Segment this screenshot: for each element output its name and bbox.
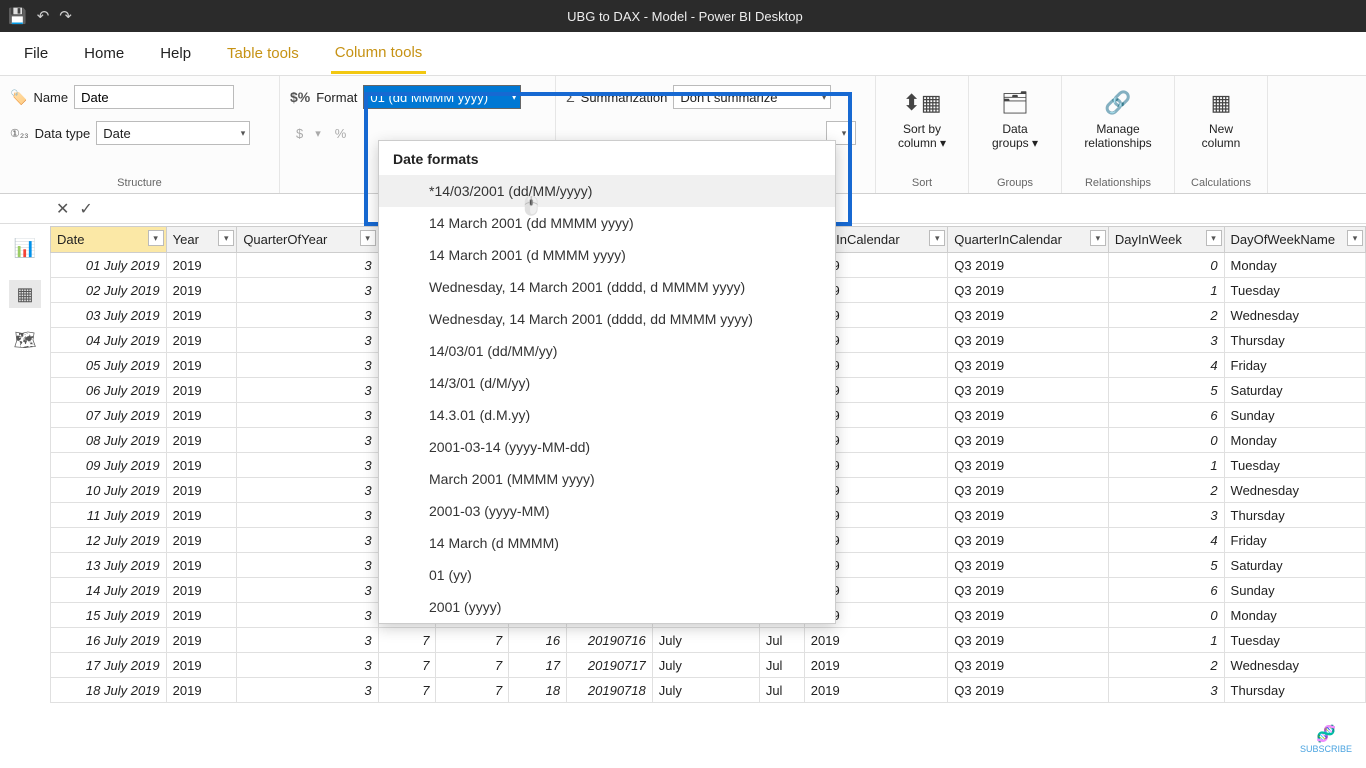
sort-icon: ⬍▦ (905, 86, 939, 120)
format-option[interactable]: 2001-03-14 (yyyy-MM-dd) (379, 431, 835, 463)
table-row[interactable]: 17 July 201920193771720190717JulyJul2019… (51, 653, 1366, 678)
format-icon: $% (290, 89, 310, 105)
currency-button[interactable]: $ (290, 126, 309, 141)
chevron-down-icon: ▾ (842, 128, 847, 139)
ribbon-group-relationships: 🔗 Managerelationships Relationships (1062, 76, 1175, 193)
col-year[interactable]: Year▾ (166, 227, 237, 253)
col-quarterofyear[interactable]: QuarterOfYear▾ (237, 227, 378, 253)
relationships-icon: 🔗 (1101, 86, 1135, 120)
filter-icon[interactable]: ▾ (1090, 230, 1106, 246)
datatype-value: Date (103, 126, 130, 141)
format-option[interactable]: Wednesday, 14 March 2001 (dddd, d MMMM y… (379, 271, 835, 303)
sort-caption: Sort (886, 175, 958, 191)
format-option[interactable]: March 2001 (MMMM yyyy) (379, 463, 835, 495)
format-option[interactable]: *14/03/2001 (dd/MM/yyyy) (379, 175, 835, 207)
tab-home[interactable]: Home (80, 35, 128, 72)
summarization-value: Don't summarize (680, 90, 777, 105)
name-label: Name (33, 90, 68, 105)
col-dayofweekname[interactable]: DayOfWeekName▾ (1224, 227, 1365, 253)
cancel-formula-icon[interactable]: ✕ (56, 199, 69, 219)
redo-icon[interactable]: ↷ (59, 7, 72, 25)
data-groups-icon: 🗂 (998, 86, 1032, 120)
ribbon-group-calculations: ▦ Newcolumn Calculations (1175, 76, 1268, 193)
datatype-dropdown[interactable]: Date ▾ (96, 121, 250, 145)
report-view-button[interactable]: 📊 (9, 234, 41, 262)
format-option[interactable]: 01 (yy) (379, 559, 835, 591)
summarization-dropdown[interactable]: Don't summarize ▾ (673, 85, 831, 109)
tab-file[interactable]: File (20, 35, 52, 72)
name-input[interactable] (74, 85, 234, 109)
ribbon-group-sort: ⬍▦ Sort bycolumn ▾ Sort (876, 76, 969, 193)
sort-by-column-button[interactable]: ⬍▦ Sort bycolumn ▾ (886, 82, 958, 150)
subscribe-label: SUBSCRIBE (1300, 744, 1352, 754)
dna-icon: 🧬 (1300, 724, 1352, 744)
tag-icon: 🏷️ (10, 89, 27, 106)
tab-column-tools[interactable]: Column tools (331, 34, 427, 74)
new-column-label: Newcolumn (1202, 122, 1241, 150)
save-icon[interactable]: 💾 (8, 7, 27, 25)
chevron-down-icon: ▾ (822, 92, 827, 103)
format-option[interactable]: Wednesday, 14 March 2001 (dddd, dd MMMM … (379, 303, 835, 335)
format-dropdown-popup: Date formats *14/03/2001 (dd/MM/yyyy)14 … (378, 140, 836, 624)
model-view-button[interactable]: 🗺 (9, 326, 41, 354)
new-column-icon: ▦ (1204, 86, 1238, 120)
format-option[interactable]: 14 March 2001 (dd MMMM yyyy) (379, 207, 835, 239)
menu-tabs: File Home Help Table tools Column tools (0, 32, 1366, 76)
filter-icon[interactable]: ▾ (1347, 230, 1363, 246)
format-dropdown[interactable]: 01 (dd MMMM yyyy) ▾ (363, 85, 521, 109)
window-title: UBG to DAX - Model - Power BI Desktop (72, 9, 1298, 24)
tab-table-tools[interactable]: Table tools (223, 35, 303, 72)
ribbon-group-groups: 🗂 Datagroups ▾ Groups (969, 76, 1062, 193)
subscribe-badge: 🧬 SUBSCRIBE (1300, 724, 1352, 754)
structure-caption: Structure (10, 175, 269, 191)
confirm-formula-icon[interactable]: ✓ (79, 199, 92, 219)
data-groups-button[interactable]: 🗂 Datagroups ▾ (979, 82, 1051, 150)
col-date[interactable]: Date▾ (51, 227, 167, 253)
percent-button[interactable]: % (327, 126, 355, 141)
title-bar: 💾 ↶ ↷ UBG to DAX - Model - Power BI Desk… (0, 0, 1366, 32)
format-option[interactable]: 14.3.01 (d.M.yy) (379, 399, 835, 431)
format-option[interactable]: 2001-03 (yyyy-MM) (379, 495, 835, 527)
calculations-caption: Calculations (1185, 175, 1257, 191)
col-quarterincalendar[interactable]: QuarterInCalendar▾ (948, 227, 1109, 253)
sort-by-column-label: Sort bycolumn ▾ (898, 122, 946, 150)
chevron-down-icon: ▾ (512, 92, 517, 103)
groups-caption: Groups (979, 175, 1051, 191)
manage-relationships-label: Managerelationships (1084, 122, 1151, 150)
sigma-icon: Σ (566, 89, 575, 105)
data-view-button[interactable]: ▦ (9, 280, 41, 308)
format-label: Format (316, 90, 357, 105)
table-row[interactable]: 16 July 201920193771620190716JulyJul2019… (51, 628, 1366, 653)
ribbon-group-structure: 🏷️ Name ①₂₃ Data type Date ▾ Structure (0, 76, 280, 193)
table-row[interactable]: 18 July 201920193771820190718JulyJul2019… (51, 678, 1366, 703)
manage-relationships-button[interactable]: 🔗 Managerelationships (1072, 82, 1164, 150)
view-switcher: 📊 ▦ 🗺 (0, 226, 50, 354)
new-column-button[interactable]: ▦ Newcolumn (1185, 82, 1257, 150)
filter-icon[interactable]: ▾ (218, 230, 234, 246)
datatype-icon: ①₂₃ (10, 127, 29, 140)
format-option[interactable]: 14 March (d MMMM) (379, 527, 835, 559)
quick-access-toolbar: 💾 ↶ ↷ (8, 7, 72, 25)
format-option[interactable]: 2001 (yyyy) (379, 591, 835, 623)
popup-header: Date formats (379, 141, 835, 175)
format-option[interactable]: 14 March 2001 (d MMMM yyyy) (379, 239, 835, 271)
data-groups-label: Datagroups ▾ (992, 122, 1038, 150)
undo-icon[interactable]: ↶ (37, 7, 50, 25)
format-option[interactable]: 14/03/01 (dd/MM/yy) (379, 335, 835, 367)
filter-icon[interactable]: ▾ (1206, 230, 1222, 246)
relationships-caption: Relationships (1072, 175, 1164, 191)
col-dayinweek[interactable]: DayInWeek▾ (1108, 227, 1224, 253)
filter-icon[interactable]: ▾ (360, 230, 376, 246)
tab-help[interactable]: Help (156, 35, 195, 72)
format-value: 01 (dd MMMM yyyy) (370, 90, 488, 105)
format-option[interactable]: 14/3/01 (d/M/yy) (379, 367, 835, 399)
filter-icon[interactable]: ▾ (929, 230, 945, 246)
chevron-down-icon: ▾ (241, 128, 246, 139)
datatype-label: Data type (35, 126, 91, 141)
filter-icon[interactable]: ▾ (148, 230, 164, 246)
summarization-label: Summarization (581, 90, 668, 105)
